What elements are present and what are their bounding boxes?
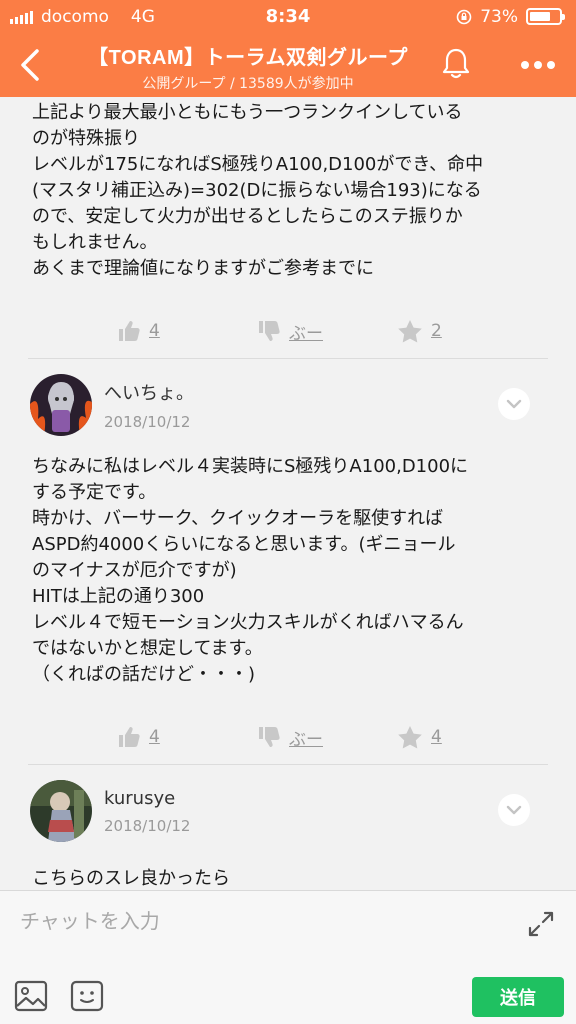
thumbs-down-icon: [259, 727, 280, 747]
message-menu-button[interactable]: [498, 794, 530, 826]
signal-icon: [10, 10, 33, 24]
post-date: 2018/10/12: [104, 816, 191, 835]
expand-icon: [528, 911, 554, 937]
chevron-down-icon: [506, 399, 522, 409]
boo-button[interactable]: ぶー: [257, 725, 397, 750]
sticker-button[interactable]: [70, 979, 104, 1013]
boo-button[interactable]: ぶー: [257, 319, 397, 344]
like-button[interactable]: 4: [117, 320, 257, 342]
message-text: こちらのスレ良かったら まとめに入れさせて下さいな: [32, 868, 230, 889]
status-bar: docomo 4G 8:34 73%: [0, 0, 576, 33]
message-feed[interactable]: 上記より最大最小ともにもう一つランクインしている のが特殊振り レベルが175に…: [0, 97, 576, 890]
star-icon: [398, 726, 422, 749]
send-button[interactable]: 送信: [472, 977, 564, 1017]
thumbs-down-icon: [259, 321, 280, 341]
chat-composer: チャットを入力 送信: [0, 890, 576, 1024]
message-text: 上記より最大最小ともにもう一つランクインしている のが特殊振り レベルが175に…: [32, 102, 484, 279]
message-text: ちなみに私はレベル４実装時にS極残りA100,D100に する予定です。 時かけ…: [32, 456, 469, 685]
avatar[interactable]: [30, 780, 92, 842]
carrier-label: docomo: [41, 6, 109, 27]
notification-button[interactable]: [436, 43, 476, 83]
star-button[interactable]: 2: [397, 319, 537, 343]
star-button[interactable]: 4: [397, 725, 537, 749]
reaction-bar: 4 ぶー 2: [0, 304, 576, 358]
chevron-down-icon: [506, 805, 522, 815]
expand-input-button[interactable]: [526, 909, 556, 939]
image-button[interactable]: [14, 979, 48, 1013]
sticker-icon: [70, 980, 104, 1012]
post-header: kurusye 2018/10/12: [0, 765, 576, 857]
image-icon: [14, 980, 48, 1012]
message-menu-button[interactable]: [498, 388, 530, 420]
message: 上記より最大最小ともにもう一つランクインしている のが特殊振り レベルが175に…: [0, 97, 576, 358]
battery-icon: [526, 8, 565, 25]
like-button[interactable]: 4: [117, 726, 257, 748]
rotation-lock-icon: [456, 9, 472, 24]
chevron-left-icon: [21, 49, 39, 81]
group-subtitle: 公開グループ / 13589人が参加中: [142, 76, 354, 92]
more-options-button[interactable]: [518, 45, 558, 85]
top-bar: docomo 4G 8:34 73% 【TORAM】トーラム双剣グループ 公開グ…: [0, 0, 576, 97]
battery-percent: 73%: [480, 6, 518, 27]
user-name[interactable]: へいちょ。: [104, 379, 194, 405]
post-header: へいちょ。 2018/10/12: [0, 359, 576, 451]
more-dots-icon: [521, 61, 555, 69]
avatar[interactable]: [30, 374, 92, 436]
thumbs-up-icon: [119, 727, 140, 747]
bell-icon: [442, 48, 470, 79]
network-label: 4G: [130, 6, 155, 27]
user-name[interactable]: kurusye: [104, 788, 190, 809]
message: へいちょ。 2018/10/12 ちなみに私はレベル４実装時にS極残りA100,…: [0, 359, 576, 764]
message: kurusye 2018/10/12 こちらのスレ良かったら まとめに入れさせて…: [0, 765, 576, 890]
star-icon: [398, 320, 422, 343]
group-header: 【TORAM】トーラム双剣グループ 公開グループ / 13589人が参加中: [0, 33, 576, 97]
post-date: 2018/10/12: [104, 413, 191, 431]
chat-input[interactable]: チャットを入力: [20, 905, 160, 934]
group-title: 【TORAM】トーラム双剣グループ: [88, 47, 408, 69]
thumbs-up-icon: [119, 321, 140, 341]
back-button[interactable]: [0, 33, 60, 97]
reaction-bar: 4 ぶー 4: [0, 710, 576, 764]
